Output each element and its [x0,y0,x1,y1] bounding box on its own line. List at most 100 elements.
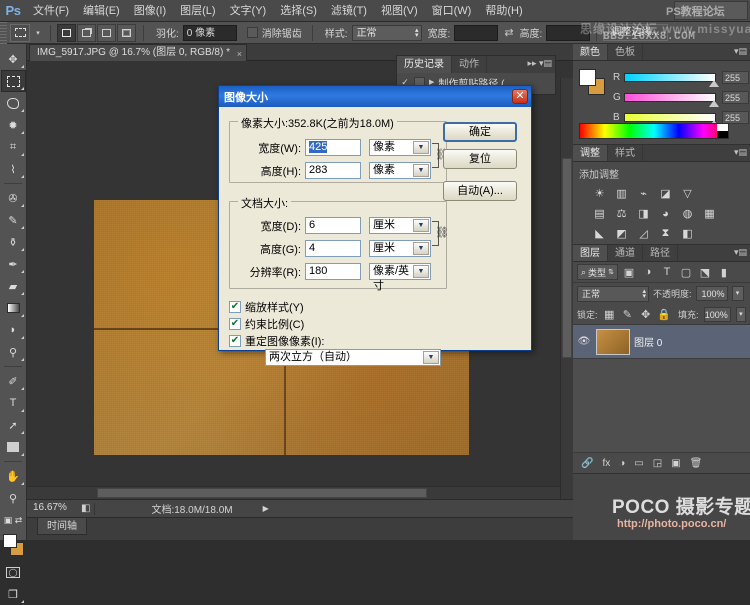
rectangular-marquee-tool[interactable] [1,70,26,92]
channel-g-thumb[interactable] [709,100,719,107]
smart-object-filter-icon[interactable]: ⬔ [697,264,713,280]
pixel-height-input[interactable]: 283 [305,162,361,179]
new-layer-icon[interactable]: ▣ [671,458,680,469]
channel-b-slider[interactable] [624,113,716,122]
path-selection-tool[interactable]: ➚ [1,414,26,436]
quick-mask-icon[interactable]: ◯ [1,561,26,583]
lasso-tool[interactable] [1,92,26,114]
tab-adjustments[interactable]: 调整 [573,145,608,161]
document-tab[interactable]: IMG_5917.JPG @ 16.7% (图层 0, RGB/8) * × [29,44,247,61]
spot-healing-brush-tool[interactable]: ✇ [1,187,26,209]
auto-button[interactable]: 自动(A)... [443,181,517,201]
dialog-title-bar[interactable]: 图像大小 ✕ [219,86,531,107]
horizontal-scrollbar[interactable] [27,486,560,499]
resample-image-row[interactable]: ✔ 重定图像像素(I): [229,333,324,349]
color-panel-menu-icon[interactable]: ▾▤ [734,46,747,57]
link-layers-icon[interactable]: 🔗 [581,458,593,469]
vertical-scrollbar[interactable] [560,78,573,502]
reset-button[interactable]: 复位 [443,149,517,169]
channel-g-value[interactable]: 255 [722,91,749,104]
adjustment-layer-filter-icon[interactable]: ◑ [640,264,656,280]
constrain-proportions-row[interactable]: ✔ 约束比例(C) [229,316,304,332]
curves-icon[interactable]: ⌁ [635,186,652,201]
vibrance-icon[interactable]: ▽ [679,186,696,201]
menu-edit[interactable]: 编辑(E) [76,0,127,22]
black-white-icon[interactable]: ◨ [635,206,652,221]
intersect-selection-icon[interactable] [117,24,136,42]
history-brush-tool[interactable]: ✒ [1,253,26,275]
channel-mixer-icon[interactable]: ◍ [679,206,696,221]
menu-select[interactable]: 选择(S) [273,0,324,22]
rectangle-shape-tool[interactable] [1,436,26,458]
color-spectrum-ramp[interactable] [579,123,729,139]
resample-method-select[interactable]: 两次立方（自动） ▼ [265,349,441,366]
status-expand-icon[interactable]: ▶ [263,504,269,513]
pixel-layer-filter-icon[interactable]: ▣ [621,264,637,280]
doc-height-input[interactable]: 4 [305,240,361,257]
color-balance-icon[interactable]: ⚖ [613,206,630,221]
channel-r-slider[interactable] [624,73,716,82]
threshold-icon[interactable]: ◿ [635,226,652,241]
subtract-from-selection-icon[interactable] [97,24,116,42]
tab-actions[interactable]: 动作 [452,56,487,73]
foreground-color-swatch[interactable] [3,534,17,548]
add-to-selection-icon[interactable] [77,24,96,42]
vertical-scrollbar-thumb[interactable] [562,158,572,358]
channel-r-value[interactable]: 255 [722,71,749,84]
pixel-height-unit-select[interactable]: 像素 ▼ [369,162,431,179]
close-icon[interactable]: ✕ [512,89,528,104]
lock-image-pixels-icon[interactable]: ✎ [621,306,634,322]
channel-g-slider[interactable] [624,93,716,102]
move-tool[interactable]: ✥ [1,48,26,70]
pen-tool[interactable]: ✐ [1,370,26,392]
tab-channels[interactable]: 通道 [608,245,643,261]
foreground-background-color[interactable] [1,533,26,559]
eye-icon[interactable]: 👁 [576,336,592,347]
tab-styles[interactable]: 样式 [608,145,643,161]
layer-thumbnail[interactable] [596,329,630,355]
color-panel-swatches[interactable] [579,69,605,95]
posterize-icon[interactable]: ◩ [613,226,630,241]
selective-color-icon[interactable]: ◧ [679,226,696,241]
layers-panel-menu-icon[interactable]: ▾▤ [734,247,747,258]
blend-mode-select[interactable]: 正常 ▴▾ [577,286,649,302]
crop-tool[interactable]: ⌗ [1,136,26,158]
delete-layer-icon[interactable]: 🗑 [690,458,703,469]
doc-width-unit-select[interactable]: 厘米 ▼ [369,217,431,234]
menu-view[interactable]: 视图(V) [374,0,425,22]
layer-row[interactable]: 👁 图层 0 [573,325,750,359]
feather-input[interactable]: 0 像素 [183,25,237,41]
resolution-unit-select[interactable]: 像素/英寸 ▼ [369,263,431,280]
blur-tool[interactable]: ◗ [1,319,26,341]
type-layer-filter-icon[interactable]: T [659,264,675,280]
tab-layers[interactable]: 图层 [573,245,608,261]
tab-paths[interactable]: 路径 [643,245,678,261]
add-layer-mask-icon[interactable]: ◑ [619,458,625,469]
tab-swatches[interactable]: 色板 [608,44,643,60]
filter-toggle-icon[interactable]: ▮ [716,264,732,280]
options-bar-grip[interactable] [0,22,7,44]
invert-icon[interactable]: ◣ [591,226,608,241]
menu-help[interactable]: 帮助(H) [478,0,529,22]
pixel-width-unit-select[interactable]: 像素 ▼ [369,139,431,156]
color-lookup-icon[interactable]: ▦ [701,206,718,221]
swap-dimensions-icon[interactable]: ⇄ [504,26,513,39]
layer-filter-select[interactable]: ⌕ 类型 ⇅ [577,264,618,280]
menu-window[interactable]: 窗口(W) [425,0,479,22]
eyedropper-tool[interactable]: ⌇ [1,158,26,180]
brightness-contrast-icon[interactable]: ☀ [591,186,608,201]
constrain-proportions-checkbox[interactable]: ✔ [229,318,241,330]
doc-height-unit-select[interactable]: 厘米 ▼ [369,240,431,257]
pixel-width-input[interactable]: 425 [305,139,361,156]
doc-width-input[interactable]: 6 [305,217,361,234]
layer-name[interactable]: 图层 0 [634,334,662,349]
scale-styles-row[interactable]: ✔ 缩放样式(Y) [229,299,304,315]
quick-selection-tool[interactable]: ✹ [1,114,26,136]
tab-history[interactable]: 历史记录 [397,56,452,73]
refine-edge-button[interactable]: 调整边缘... [603,24,667,41]
layers-empty-area[interactable] [573,359,750,455]
tab-timeline[interactable]: 时间轴 [37,518,87,535]
menu-filter[interactable]: 滤镜(T) [324,0,374,22]
fill-value[interactable]: 100% [704,307,731,322]
lock-position-icon[interactable]: ✥ [639,306,652,322]
